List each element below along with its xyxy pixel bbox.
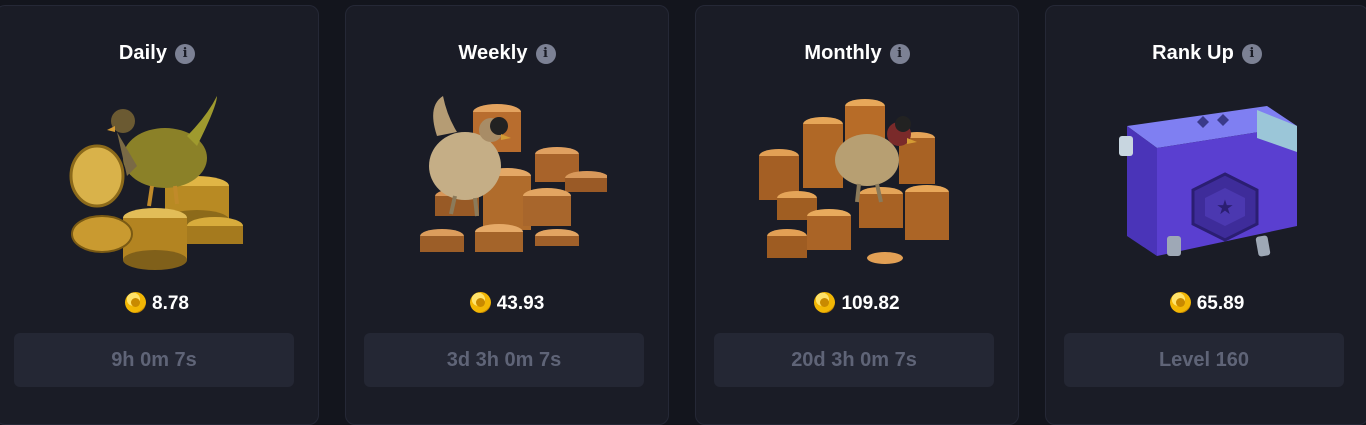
coin-icon [814, 292, 836, 313]
reward-price-value: 8.78 [152, 293, 189, 314]
reward-card-rank-up[interactable]: Rank Up i ★ 65.89 Level 160 [1045, 5, 1366, 425]
card-title: Weekly i [346, 42, 668, 65]
card-title-text: Rank Up [1152, 42, 1234, 64]
card-title-text: Daily [118, 42, 168, 64]
reward-card-daily[interactable]: Daily i 8.78 9h 0m 7s [0, 5, 319, 425]
info-icon[interactable]: i [889, 44, 910, 64]
svg-text:★: ★ [1216, 197, 1234, 219]
rank-up-reward-image: ★ [1046, 86, 1366, 276]
coin-icon [469, 292, 491, 313]
reward-card-weekly[interactable]: Weekly i 43.93 3d 3h 0m 7s [345, 5, 669, 425]
reward-price: 43.93 [346, 292, 668, 315]
purple-loot-case-icon: ★ [1119, 106, 1297, 257]
reward-price: 65.89 [1046, 292, 1366, 315]
chicken-with-gold-coins-icon [69, 96, 243, 270]
reward-price: 109.82 [696, 292, 1018, 315]
info-icon[interactable]: i [1241, 44, 1262, 64]
level-requirement[interactable]: Level 160 [1064, 333, 1344, 387]
card-title: Daily i [0, 42, 318, 65]
reward-price-value: 109.82 [841, 293, 900, 314]
card-title: Monthly i [696, 42, 1018, 65]
info-icon[interactable]: i [535, 44, 556, 64]
coin-icon [1169, 292, 1191, 313]
cooldown-timer[interactable]: 9h 0m 7s [14, 333, 294, 387]
monthly-reward-image [696, 86, 1018, 276]
reward-price-value: 43.93 [496, 293, 545, 314]
card-title: Rank Up i [1046, 42, 1366, 65]
chicken-with-bronze-coins-icon [420, 96, 607, 252]
weekly-reward-image [346, 86, 668, 276]
reward-price-value: 65.89 [1196, 293, 1245, 314]
coin-icon [125, 292, 146, 313]
rewards-row: Daily i 8.78 9h 0m 7s Weekly i 43.93 3d … [0, 0, 1366, 425]
cooldown-timer[interactable]: 20d 3h 0m 7s [714, 333, 994, 387]
card-title-text: Monthly [804, 42, 882, 64]
info-icon[interactable]: i [175, 44, 196, 64]
reward-price: 8.78 [0, 292, 318, 315]
chicken-with-copper-coin-stacks-icon [759, 99, 949, 264]
card-title-text: Weekly [458, 42, 528, 64]
cooldown-timer[interactable]: 3d 3h 0m 7s [364, 333, 644, 387]
reward-card-monthly[interactable]: Monthly i 109.82 20d 3h 0m 7s [695, 5, 1019, 425]
daily-reward-image [0, 86, 318, 276]
